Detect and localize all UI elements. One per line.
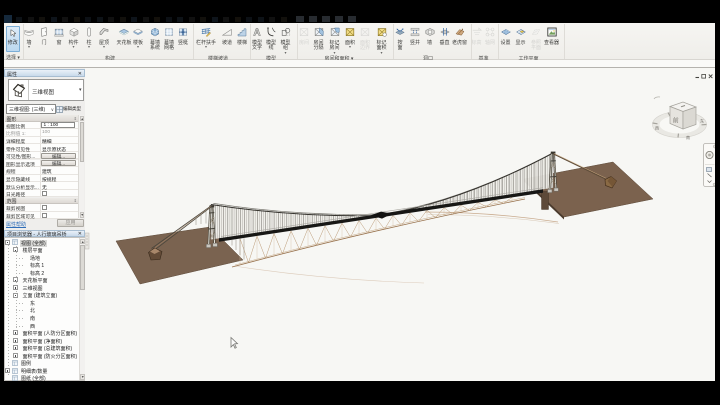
svg-text:西: 西 (655, 126, 659, 131)
svg-text:前: 前 (673, 117, 679, 125)
svg-text:东: 东 (700, 118, 704, 124)
svg-text:南: 南 (686, 134, 690, 140)
